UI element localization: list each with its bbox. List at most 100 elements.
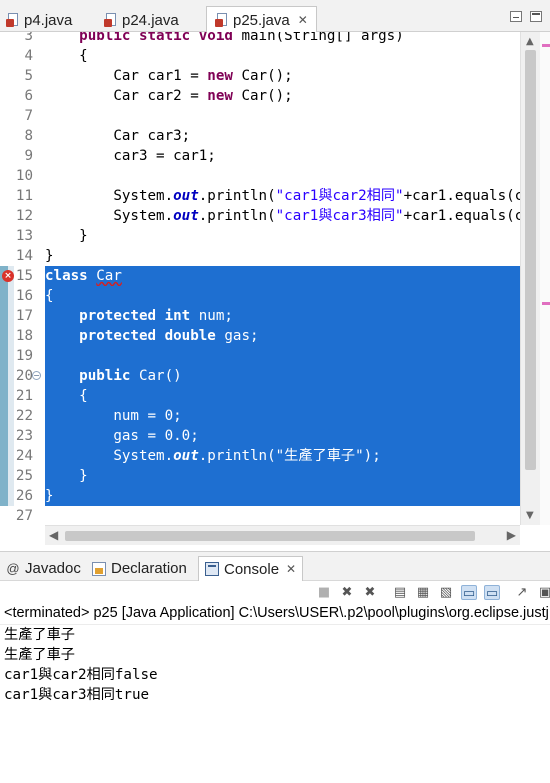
code-line[interactable]: 5 Car car1 = new Car(); [0, 66, 520, 86]
overview-marker[interactable] [542, 44, 550, 47]
code-token: +car1.equals(car3)); [403, 208, 520, 224]
horizontal-scrollbar[interactable]: ◀ ▶ [45, 525, 520, 545]
code-line[interactable]: 11 System.out.println("car1與car2相同"+car1… [0, 186, 520, 206]
scroll-down-icon[interactable]: ▼ [526, 510, 534, 521]
code-line[interactable]: 7 [0, 106, 520, 126]
keyword-token: class [45, 268, 88, 284]
line-number: 22 [15, 408, 33, 424]
line-number: 21 [15, 388, 33, 404]
scroll-lock-icon[interactable]: ▦ [415, 585, 431, 600]
tab-label: Declaration [111, 560, 187, 577]
string-token: "car1與car2相同" [275, 188, 404, 204]
scroll-right-icon[interactable]: ▶ [507, 528, 516, 542]
code-line[interactable]: 10 [0, 166, 520, 186]
keyword-token: double [164, 328, 216, 344]
console-toolbar: ■ ✖ ✖ ▤ ▦ ▧ ▭ ▭ ↗ ▣ [0, 581, 550, 603]
code-text: Car car1 = new Car(); [45, 66, 520, 86]
show-on-stdout-icon[interactable]: ▭ [461, 585, 477, 601]
console-icon [205, 562, 219, 576]
tab-declaration[interactable]: Declaration [92, 556, 187, 581]
tab-javadoc[interactable]: @ Javadoc [6, 556, 81, 581]
line-number: 10 [15, 168, 33, 184]
maximize-button[interactable] [530, 11, 542, 22]
code-line[interactable]: 14} [0, 246, 520, 266]
tab-label: p25.java [233, 11, 290, 29]
code-text: } [45, 226, 520, 246]
display-console-icon[interactable]: ▣ [537, 585, 550, 600]
error-icon[interactable]: × [2, 270, 14, 282]
code-line[interactable]: 16 { [0, 286, 520, 306]
code-line[interactable]: 22 num = 0; [0, 406, 520, 426]
code-editor[interactable]: 3 public static void main(String[] args)… [0, 32, 520, 525]
code-line[interactable]: 20− public Car() [0, 366, 520, 386]
console-line: 生產了車子 [4, 627, 75, 643]
scroll-up-icon[interactable]: ▲ [526, 36, 534, 47]
string-token: "生產了車子" [275, 448, 364, 464]
scrollbar-thumb[interactable] [65, 531, 475, 541]
error-token: Car [96, 268, 122, 284]
code-line[interactable]: 18 protected double gas; [0, 326, 520, 346]
code-line[interactable]: 9 car3 = car1; [0, 146, 520, 166]
code-token: } [45, 488, 54, 504]
minimize-button[interactable] [510, 11, 522, 22]
fold-toggle-icon[interactable]: − [32, 371, 41, 380]
code-line[interactable]: 26} [0, 486, 520, 506]
code-text: gas = 0.0; [45, 426, 520, 446]
code-line[interactable]: 13 } [0, 226, 520, 246]
tab-p24-java[interactable]: p24.java [104, 8, 179, 32]
code-line[interactable]: 23 gas = 0.0; [0, 426, 520, 446]
clear-console-icon[interactable]: ▤ [392, 585, 408, 600]
code-line[interactable]: 24 System.out.println("生產了車子"); [0, 446, 520, 466]
word-wrap-icon[interactable]: ▧ [438, 585, 454, 600]
code-line[interactable]: 19 [0, 346, 520, 366]
console-output[interactable]: 生產了車子 生產了車子 car1與car2相同false car1與car3相同tru… [0, 624, 550, 783]
code-line[interactable]: 21 { [0, 386, 520, 406]
close-icon[interactable]: ✕ [286, 562, 296, 576]
pin-console-icon[interactable]: ↗ [514, 585, 530, 600]
at-icon: @ [6, 560, 20, 576]
code-token: } [45, 468, 88, 484]
code-line[interactable]: 3 public static void main(String[] args) [0, 32, 520, 46]
tab-p4-java[interactable]: p4.java [6, 8, 72, 32]
code-text: { [45, 286, 520, 306]
code-line[interactable]: 6 Car car2 = new Car(); [0, 86, 520, 106]
show-on-stderr-icon[interactable]: ▭ [484, 585, 500, 601]
views-tab-bar: @ Javadoc Declaration Console ✕ [0, 551, 550, 581]
close-icon[interactable]: ✕ [298, 13, 308, 27]
remove-launch-icon[interactable]: ✖ [339, 585, 355, 600]
code-token: main(String[] args) [232, 32, 404, 44]
code-line[interactable]: 15 × class Car [0, 266, 520, 286]
code-line[interactable]: 25 } [0, 466, 520, 486]
code-token: System. [45, 448, 174, 464]
code-line[interactable]: 17 protected int num; [0, 306, 520, 326]
vertical-scrollbar[interactable]: ▲ ▼ [520, 32, 540, 525]
code-token: Car(); [232, 68, 293, 84]
tab-label: Javadoc [25, 560, 81, 577]
line-number: 19 [15, 348, 33, 364]
code-line[interactable]: 27 [0, 506, 520, 525]
tab-console[interactable]: Console ✕ [198, 556, 304, 581]
line-number: 14 [15, 248, 33, 264]
code-token: num = 0; [45, 408, 182, 424]
scroll-left-icon[interactable]: ◀ [49, 528, 58, 542]
scrollbar-thumb[interactable] [525, 50, 536, 470]
keyword-token: int [164, 308, 191, 324]
code-text: { [45, 386, 520, 406]
code-text: protected int num; [45, 306, 520, 326]
keyword-token: protected [79, 328, 157, 344]
code-token: car3 = car1; [45, 148, 216, 164]
code-line[interactable]: 4 { [0, 46, 520, 66]
code-token: .println( [198, 448, 276, 464]
code-line[interactable]: 12 System.out.println("car1與car3相同"+car1… [0, 206, 520, 226]
terminate-icon[interactable]: ■ [316, 585, 332, 600]
code-line[interactable]: 8 Car car3; [0, 126, 520, 146]
tab-p25-java[interactable]: p25.java ✕ [206, 6, 317, 33]
code-token: gas = 0.0; [45, 428, 199, 444]
remove-all-terminated-icon[interactable]: ✖ [362, 585, 378, 600]
line-number: 20 [15, 368, 33, 384]
overview-marker[interactable] [542, 302, 550, 305]
